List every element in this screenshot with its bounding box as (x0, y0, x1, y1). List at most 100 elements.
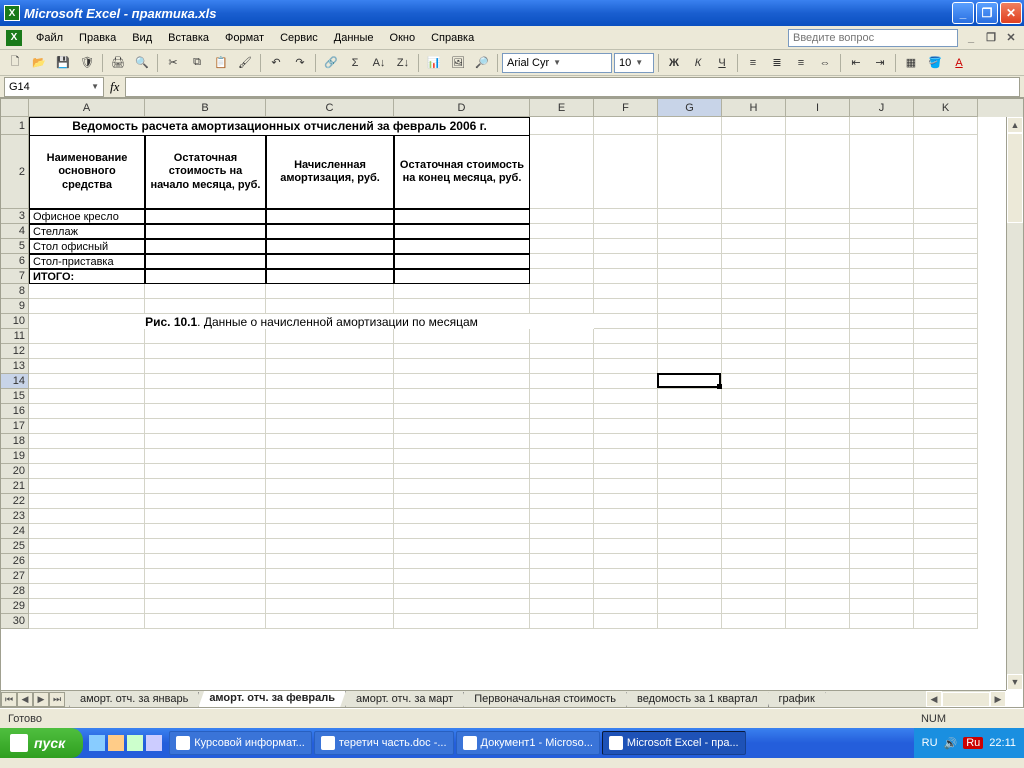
quicklaunch-icon[interactable] (89, 735, 105, 751)
row-header-20[interactable]: 20 (1, 464, 29, 479)
tray-volume-icon[interactable]: 🔊 (944, 737, 958, 750)
cell[interactable]: Начисленная амортизация, руб. (266, 135, 394, 209)
sheet-tab[interactable]: график (768, 692, 826, 708)
indent-dec-icon[interactable]: ⇤ (845, 52, 867, 74)
font-color-icon[interactable]: A (948, 52, 970, 74)
row-header-28[interactable]: 28 (1, 584, 29, 599)
caption-cell[interactable]: Рис. 10.1. Данные о начисленной амортиза… (29, 314, 594, 329)
tab-nav-prev[interactable]: ◀ (17, 692, 33, 707)
col-header-K[interactable]: K (914, 99, 978, 117)
tray-lang2[interactable]: Ru (963, 737, 983, 749)
cell[interactable] (266, 269, 394, 284)
paste-icon[interactable]: 📋 (210, 52, 232, 74)
menu-insert[interactable]: Вставка (160, 30, 217, 46)
sort-desc-icon[interactable]: Z↓ (392, 52, 414, 74)
tab-nav-last[interactable]: ⏭ (49, 692, 65, 707)
cell[interactable] (394, 254, 530, 269)
scroll-thumb-v[interactable] (1007, 133, 1023, 223)
sheet-tab[interactable]: Первоначальная стоимость (463, 692, 627, 708)
row-header-4[interactable]: 4 (1, 224, 29, 239)
cell[interactable]: Стол-приставка (29, 254, 145, 269)
row-header-9[interactable]: 9 (1, 299, 29, 314)
scroll-thumb-h[interactable] (942, 692, 990, 707)
row-header-13[interactable]: 13 (1, 359, 29, 374)
row-header-17[interactable]: 17 (1, 419, 29, 434)
scroll-up-icon[interactable]: ▲ (1007, 117, 1023, 133)
cell[interactable]: Остаточная стоимость на конец месяца, ру… (394, 135, 530, 209)
minimize-button[interactable]: _ (952, 2, 974, 24)
row-header-7[interactable]: 7 (1, 269, 29, 284)
name-box[interactable]: G14▼ (4, 77, 104, 97)
bold-icon[interactable]: Ж (663, 52, 685, 74)
fx-icon[interactable]: fx (110, 79, 119, 95)
borders-icon[interactable]: ▦ (900, 52, 922, 74)
col-header-C[interactable]: C (266, 99, 394, 117)
cell[interactable] (266, 209, 394, 224)
menu-data[interactable]: Данные (326, 30, 382, 46)
indent-inc-icon[interactable]: ⇥ (869, 52, 891, 74)
undo-icon[interactable]: ↶ (265, 52, 287, 74)
menu-file[interactable]: Файл (28, 30, 71, 46)
menu-edit[interactable]: Правка (71, 30, 124, 46)
row-header-29[interactable]: 29 (1, 599, 29, 614)
preview-icon[interactable]: 🔍 (131, 52, 153, 74)
col-header-G[interactable]: G (658, 99, 722, 117)
taskbar-item[interactable]: Microsoft Excel - пра... (602, 731, 746, 755)
chart-icon[interactable]: 📊 (423, 52, 445, 74)
row-header-27[interactable]: 27 (1, 569, 29, 584)
row-header-12[interactable]: 12 (1, 344, 29, 359)
col-header-E[interactable]: E (530, 99, 594, 117)
taskbar-item[interactable]: теретич часть.doc -... (314, 731, 454, 755)
mdi-close[interactable]: ✕ (1004, 31, 1018, 45)
align-left-icon[interactable]: ≡ (742, 52, 764, 74)
cell[interactable] (266, 224, 394, 239)
font-size-combo[interactable]: 10▼ (614, 53, 654, 73)
sort-asc-icon[interactable]: A↓ (368, 52, 390, 74)
row-header-22[interactable]: 22 (1, 494, 29, 509)
row-header-26[interactable]: 26 (1, 554, 29, 569)
cell[interactable] (394, 239, 530, 254)
mdi-restore[interactable]: ❐ (984, 31, 998, 45)
row-header-25[interactable]: 25 (1, 539, 29, 554)
col-header-A[interactable]: A (29, 99, 145, 117)
ask-question-box[interactable] (788, 29, 958, 47)
cell[interactable] (394, 209, 530, 224)
merge-icon[interactable]: ⇔ (814, 52, 836, 74)
format-painter-icon[interactable]: 🖌 (234, 52, 256, 74)
row-header-18[interactable]: 18 (1, 434, 29, 449)
align-center-icon[interactable]: ≣ (766, 52, 788, 74)
autosum-icon[interactable]: Σ (344, 52, 366, 74)
row-header-6[interactable]: 6 (1, 254, 29, 269)
cut-icon[interactable]: ✂ (162, 52, 184, 74)
sheet-tab[interactable]: аморт. отч. за февраль (198, 691, 346, 708)
cell[interactable] (394, 269, 530, 284)
tab-nav-next[interactable]: ▶ (33, 692, 49, 707)
redo-icon[interactable]: ↷ (289, 52, 311, 74)
save-icon[interactable]: 💾 (52, 52, 74, 74)
sheet-tab[interactable]: аморт. отч. за январь (69, 692, 199, 708)
row-header-11[interactable]: 11 (1, 329, 29, 344)
maximize-button[interactable]: ❐ (976, 2, 998, 24)
underline-icon[interactable]: Ч (711, 52, 733, 74)
menu-help[interactable]: Справка (423, 30, 482, 46)
cell[interactable] (145, 254, 266, 269)
mdi-minimize[interactable]: _ (964, 31, 978, 45)
cell[interactable] (145, 224, 266, 239)
row-header-2[interactable]: 2 (1, 135, 29, 209)
row-header-24[interactable]: 24 (1, 524, 29, 539)
row-header-3[interactable]: 3 (1, 209, 29, 224)
menu-tools[interactable]: Сервис (272, 30, 326, 46)
sheet-tab[interactable]: ведомость за 1 квартал (626, 692, 769, 708)
cell[interactable]: Офисное кресло (29, 209, 145, 224)
col-header-H[interactable]: H (722, 99, 786, 117)
row-header-10[interactable]: 10 (1, 314, 29, 329)
row-header-19[interactable]: 19 (1, 449, 29, 464)
col-header-F[interactable]: F (594, 99, 658, 117)
scroll-down-icon[interactable]: ▼ (1007, 674, 1023, 690)
grid-body[interactable]: Ведомость расчета амортизационных отчисл… (29, 117, 1006, 690)
cell[interactable]: Ведомость расчета амортизационных отчисл… (29, 117, 530, 135)
cell[interactable] (266, 254, 394, 269)
menu-view[interactable]: Вид (124, 30, 160, 46)
zoom-icon[interactable]: 🔎 (471, 52, 493, 74)
cell[interactable]: ИТОГО: (29, 269, 145, 284)
